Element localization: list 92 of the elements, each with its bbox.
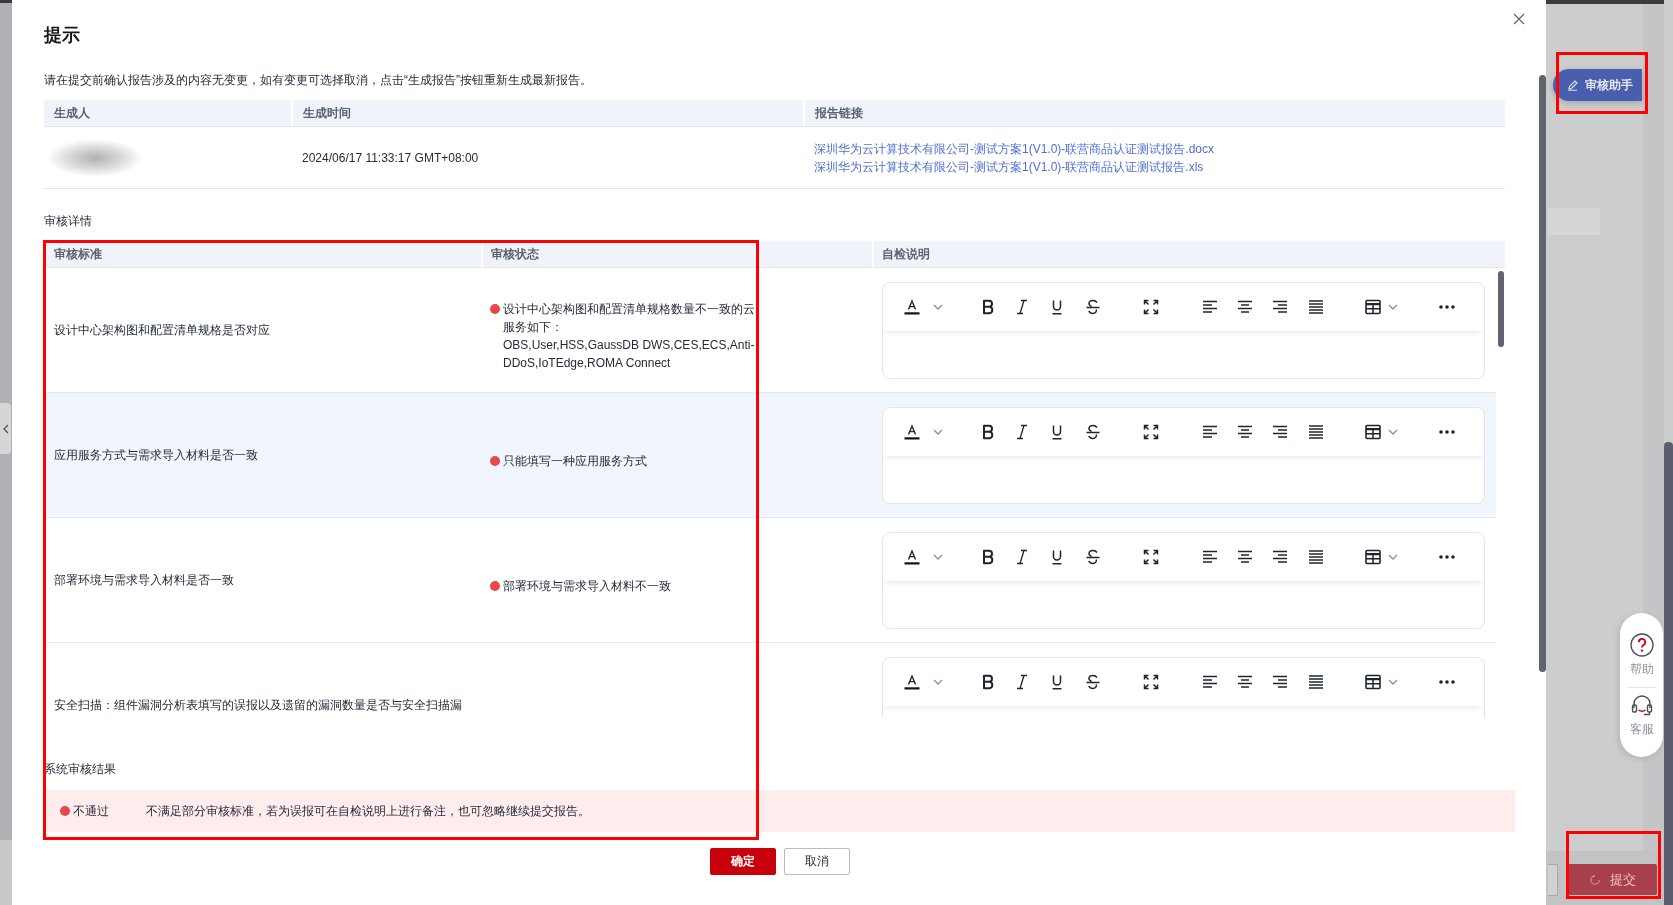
table-icon[interactable]: [1365, 549, 1381, 565]
headset-icon: [1629, 693, 1654, 717]
bold-icon[interactable]: [981, 299, 995, 315]
notice-text: 请在提交前确认报告涉及的内容无变更，如有变更可选择取消，点击“生成报告”按钮重新生成最新报告。: [44, 72, 593, 89]
text-color-icon[interactable]: [904, 674, 920, 690]
status-text: 只能填写一种应用服务方式: [503, 453, 647, 470]
column-header: 生成人: [53, 105, 91, 122]
underline-icon[interactable]: [1050, 424, 1064, 440]
chevron-left-icon: [2, 423, 9, 434]
align-justify-icon[interactable]: [1308, 674, 1324, 690]
italic-icon[interactable]: [1015, 549, 1029, 565]
confirm-button[interactable]: 确定: [709, 848, 776, 875]
fullscreen-icon[interactable]: [1143, 424, 1159, 440]
report-link[interactable]: 深圳华为云计算技术有限公司-测试方案1(V1.0)-联营商品认证测试报告.docx: [814, 139, 1215, 158]
scrollbar-thumb[interactable]: [1664, 442, 1673, 905]
text-color-icon[interactable]: [904, 299, 920, 315]
table-cell: 设计中心架构图和配置清单规格是否对应: [54, 323, 270, 337]
help-icon: [1629, 633, 1654, 657]
close-icon[interactable]: [1513, 13, 1525, 25]
table-icon[interactable]: [1365, 674, 1381, 690]
dialog-title: 提示: [44, 24, 80, 46]
align-justify-icon[interactable]: [1308, 424, 1324, 440]
strikethrough-icon[interactable]: [1085, 549, 1101, 565]
bold-icon[interactable]: [981, 424, 995, 440]
table-icon[interactable]: [1365, 299, 1381, 315]
more-icon[interactable]: [1439, 305, 1455, 309]
table-cell: 安全扫描：组件漏洞分析表填写的误报以及遗留的漏洞数量是否与安全扫描漏: [54, 698, 462, 712]
chevron-down-icon[interactable]: [1388, 429, 1398, 435]
column-header: 报告链接: [803, 100, 1505, 126]
section-title: 审核详情: [44, 213, 93, 229]
align-left-icon[interactable]: [1202, 424, 1218, 440]
more-icon[interactable]: [1439, 555, 1455, 559]
align-right-icon[interactable]: [1272, 299, 1288, 315]
more-icon[interactable]: [1439, 680, 1455, 684]
align-right-icon[interactable]: [1272, 424, 1288, 440]
fullscreen-icon[interactable]: [1143, 549, 1159, 565]
fullscreen-icon[interactable]: [1143, 674, 1159, 690]
report-link[interactable]: 深圳华为云计算技术有限公司-测试方案1(V1.0)-联营商品认证测试报告.xls: [814, 157, 1204, 176]
align-left-icon[interactable]: [1202, 674, 1218, 690]
align-center-icon[interactable]: [1237, 299, 1253, 315]
bold-icon[interactable]: [981, 549, 995, 565]
align-center-icon[interactable]: [1237, 424, 1253, 440]
align-justify-icon[interactable]: [1308, 549, 1324, 565]
align-center-icon[interactable]: [1237, 549, 1253, 565]
chevron-down-icon[interactable]: [933, 429, 943, 435]
underline-icon[interactable]: [1050, 549, 1064, 565]
scrollbar-thumb[interactable]: [1498, 271, 1504, 347]
align-left-icon[interactable]: [1202, 299, 1218, 315]
strikethrough-icon[interactable]: [1085, 424, 1101, 440]
status-text: 设计中心架构图和配置清单规格数量不一致的云服务如下： OBS,User,HSS,GaussDB DWS,CES,ECS,Anti-DDoS,IoTEdge,ROMA Connect: [503, 301, 756, 372]
more-icon[interactable]: [1439, 430, 1455, 434]
align-right-icon[interactable]: [1272, 674, 1288, 690]
customer-service-button[interactable]: 客服: [1629, 693, 1654, 737]
status-text: 部署环境与需求导入材料不一致: [503, 578, 671, 595]
chevron-down-icon[interactable]: [1388, 679, 1398, 685]
strikethrough-icon[interactable]: [1085, 674, 1101, 690]
verdict-text: 不通过: [73, 803, 109, 819]
chevron-down-icon[interactable]: [933, 304, 943, 310]
align-left-icon[interactable]: [1202, 549, 1218, 565]
pencil-icon: [1566, 79, 1579, 91]
table-cell: 应用服务方式与需求导入材料是否一致: [54, 448, 258, 462]
italic-icon[interactable]: [1015, 299, 1029, 315]
italic-icon[interactable]: [1015, 424, 1029, 440]
column-header: 审核标准: [53, 246, 103, 263]
chevron-down-icon[interactable]: [933, 679, 943, 685]
cancel-button[interactable]: 取消: [783, 848, 850, 875]
column-header: 自检说明: [872, 241, 1505, 267]
cropped-button-edge: [1548, 864, 1558, 896]
scrollbar-thumb[interactable]: [1539, 75, 1546, 672]
italic-icon[interactable]: [1015, 674, 1029, 690]
strikethrough-icon[interactable]: [1085, 299, 1101, 315]
column-header: 生成时间: [291, 100, 803, 126]
chevron-down-icon[interactable]: [933, 554, 943, 560]
chevron-down-icon[interactable]: [1388, 554, 1398, 560]
result-message: 不满足部分审核标准，若为误报可在自检说明上进行备注，也可忽略继续提交报告。: [146, 803, 590, 819]
text-color-icon[interactable]: [904, 424, 920, 440]
column-header: 审核状态: [481, 241, 872, 267]
underline-icon[interactable]: [1050, 674, 1064, 690]
chevron-down-icon[interactable]: [1388, 304, 1398, 310]
align-right-icon[interactable]: [1272, 549, 1288, 565]
table-cell: 部署环境与需求导入材料是否一致: [54, 573, 234, 587]
help-button[interactable]: 帮助: [1629, 633, 1654, 677]
align-center-icon[interactable]: [1237, 674, 1253, 690]
underline-icon[interactable]: [1050, 299, 1064, 315]
submit-button[interactable]: 提交: [1568, 864, 1657, 895]
fullscreen-icon[interactable]: [1143, 299, 1159, 315]
text-color-icon[interactable]: [904, 549, 920, 565]
bold-icon[interactable]: [981, 674, 995, 690]
align-justify-icon[interactable]: [1308, 299, 1324, 315]
table-cell: 2024/06/17 11:33:17 GMT+08:00: [302, 150, 479, 165]
table-icon[interactable]: [1365, 424, 1381, 440]
review-assistant-button[interactable]: 审核助手: [1553, 69, 1642, 101]
